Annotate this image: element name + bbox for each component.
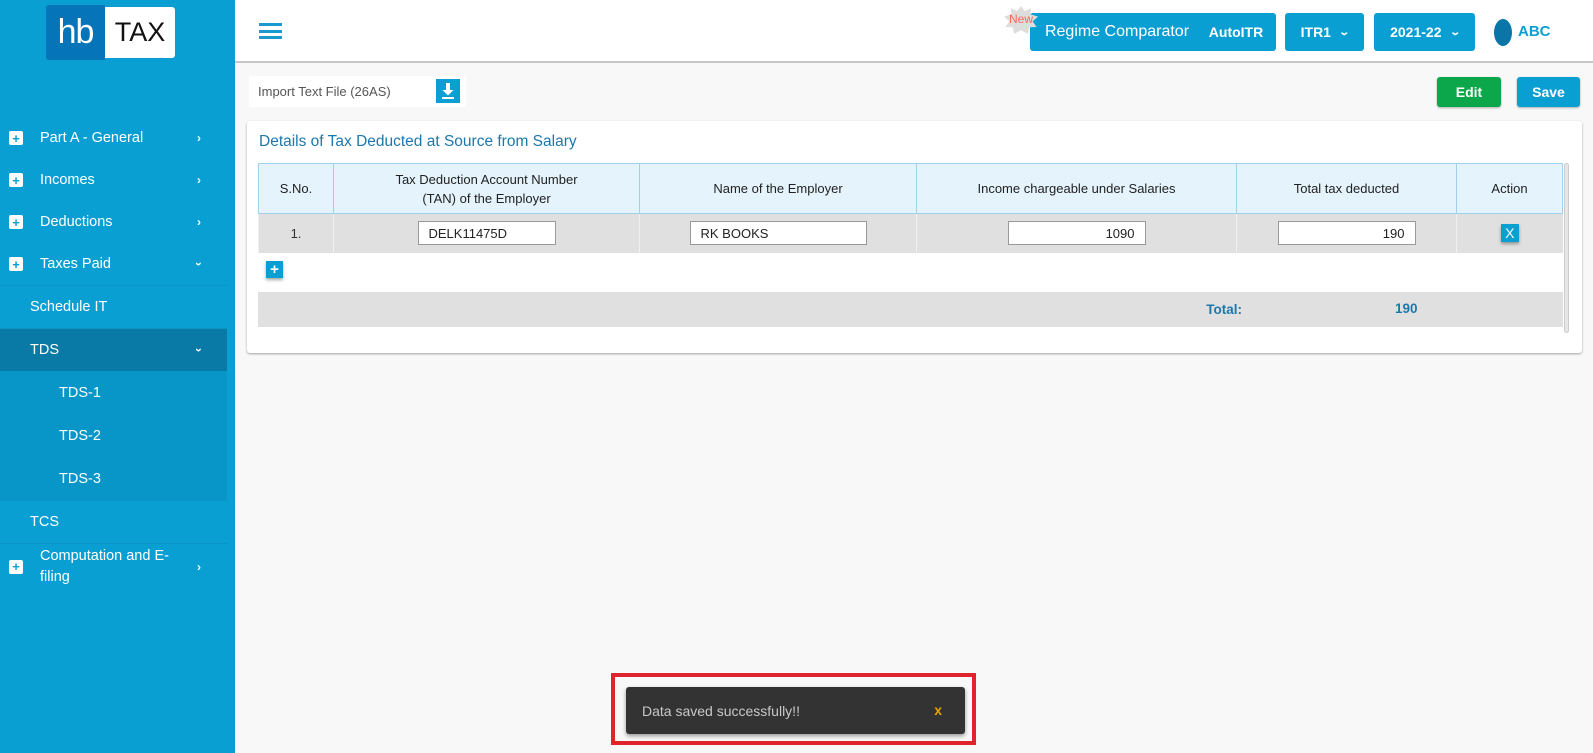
edit-button[interactable]: Edit <box>1437 77 1501 107</box>
year-select-value: 2021-22 <box>1390 24 1442 40</box>
chevron-right-icon: › <box>197 173 201 187</box>
delete-row-button[interactable]: X <box>1500 224 1519 243</box>
add-row-button[interactable]: + <box>266 261 283 278</box>
plus-icon: + <box>9 257 23 271</box>
sidebar-item-tds-2[interactable]: TDS-2 <box>0 414 227 457</box>
column-header-employer: Name of the Employer <box>639 163 917 214</box>
sidebar-item-taxes-paid[interactable]: + Taxes Paid › <box>0 243 227 285</box>
table-row: 1. DELK11475D RK BOOKS 1090 190 X <box>258 213 1563 253</box>
sidebar-item-label: Schedule IT <box>30 299 108 315</box>
assessment-year-select[interactable]: 2021-22 ⌄ <box>1374 13 1475 51</box>
table-scrollbar[interactable] <box>1564 163 1569 333</box>
plus-icon: + <box>270 261 279 278</box>
total-label: Total: <box>1206 302 1242 317</box>
chevron-down-icon: ⌄ <box>1448 26 1461 38</box>
itr-select[interactable]: ITR1 ⌄ <box>1285 13 1364 51</box>
income-input[interactable]: 1090 <box>1007 221 1146 246</box>
new-badge: New <box>1004 6 1038 34</box>
close-icon: X <box>1505 225 1515 242</box>
sidebar-item-tcs[interactable]: TCS <box>0 500 227 543</box>
app-logo[interactable]: hb TAX <box>46 5 175 60</box>
column-header-tan-line2: (TAN) of the Employer <box>422 190 551 206</box>
employer-name-input[interactable]: RK BOOKS <box>689 221 867 246</box>
user-name[interactable]: ABC <box>1518 23 1551 40</box>
chevron-down-icon: › <box>192 348 206 352</box>
toast-highlight-frame: Data saved successfully!! x <box>611 673 976 745</box>
plus-icon: + <box>9 559 23 574</box>
import-label: Import Text File (26AS) <box>258 84 391 99</box>
tan-input[interactable]: DELK11475D <box>417 221 556 246</box>
sidebar-item-label: Part A - General <box>40 130 144 146</box>
sidebar-item-tds-3[interactable]: TDS-3 <box>0 457 227 500</box>
sidebar-item-tds[interactable]: TDS › <box>0 328 227 371</box>
sidebar-item-label: Computation and E-filing <box>40 547 169 585</box>
sidebar-item-schedule-it[interactable]: Schedule IT <box>0 285 227 328</box>
sidebar-item-tds-1[interactable]: TDS-1 <box>0 371 227 414</box>
sidebar-item-label: Taxes Paid <box>40 256 111 272</box>
save-button[interactable]: Save <box>1517 77 1580 107</box>
toast-message: Data saved successfully!! <box>642 702 800 719</box>
toast-close-button[interactable]: x <box>934 702 942 718</box>
column-header-sno: S.No. <box>258 163 334 214</box>
tds-table: S.No. Tax Deduction Account Number (TAN)… <box>258 163 1563 253</box>
total-value: 190 <box>1395 301 1418 316</box>
logo-tax: TAX <box>105 7 175 58</box>
logo-hb: hb <box>46 5 105 60</box>
column-header-tan-line1: Tax Deduction Account Number <box>395 171 578 187</box>
sidebar-item-computation-efiling[interactable]: + Computation and E-filing › <box>0 543 227 589</box>
table-header-row: S.No. Tax Deduction Account Number (TAN)… <box>258 163 1563 214</box>
sidebar-item-label: TDS <box>30 342 59 358</box>
row-sno: 1. <box>258 213 334 253</box>
menu-icon[interactable] <box>259 23 282 39</box>
toast-notification: Data saved successfully!! x <box>626 687 965 734</box>
column-header-action: Action <box>1456 163 1563 214</box>
autoitr-button[interactable]: AutoITR <box>1196 13 1276 51</box>
plus-icon: + <box>9 131 23 145</box>
total-row: Total: 190 <box>258 292 1563 327</box>
chevron-down-icon: › <box>192 262 206 266</box>
new-badge-label: New <box>1008 12 1033 26</box>
regime-comparator-button[interactable]: Regime Comparator <box>1030 13 1204 51</box>
import-button[interactable] <box>436 79 460 103</box>
chevron-right-icon: › <box>197 215 201 229</box>
sidebar-nav: + Part A - General › + Incomes › + Deduc… <box>0 117 227 589</box>
sidebar-item-deductions[interactable]: + Deductions › <box>0 201 227 243</box>
sidebar-item-label: Incomes <box>40 172 95 188</box>
chevron-right-icon: › <box>197 131 201 145</box>
sidebar-item-incomes[interactable]: + Incomes › <box>0 159 227 201</box>
top-header: Regime Comparator New AutoITR ITR1 ⌄ 202… <box>235 0 1593 63</box>
tax-deducted-input[interactable]: 190 <box>1277 221 1416 246</box>
import-text-file: Import Text File (26AS) <box>249 76 466 107</box>
column-header-tax: Total tax deducted <box>1236 163 1457 214</box>
chevron-down-icon: ⌄ <box>1338 26 1351 38</box>
chevron-right-icon: › <box>197 559 201 574</box>
itr-select-value: ITR1 <box>1300 24 1331 40</box>
plus-icon: + <box>9 215 23 229</box>
sidebar-item-label: TCS <box>30 514 59 530</box>
column-header-tan: Tax Deduction Account Number (TAN) of th… <box>333 163 640 214</box>
download-icon <box>442 83 454 99</box>
sidebar: hb TAX + Part A - General › + Incomes › … <box>0 0 235 753</box>
section-title: Details of Tax Deducted at Source from S… <box>259 133 577 150</box>
sidebar-item-part-a-general[interactable]: + Part A - General › <box>0 117 227 159</box>
plus-icon: + <box>9 173 23 187</box>
tds-salary-card: Details of Tax Deducted at Source from S… <box>247 121 1582 353</box>
sidebar-item-label: Deductions <box>40 214 113 230</box>
column-header-income: Income chargeable under Salaries <box>916 163 1237 214</box>
avatar[interactable] <box>1494 19 1512 46</box>
